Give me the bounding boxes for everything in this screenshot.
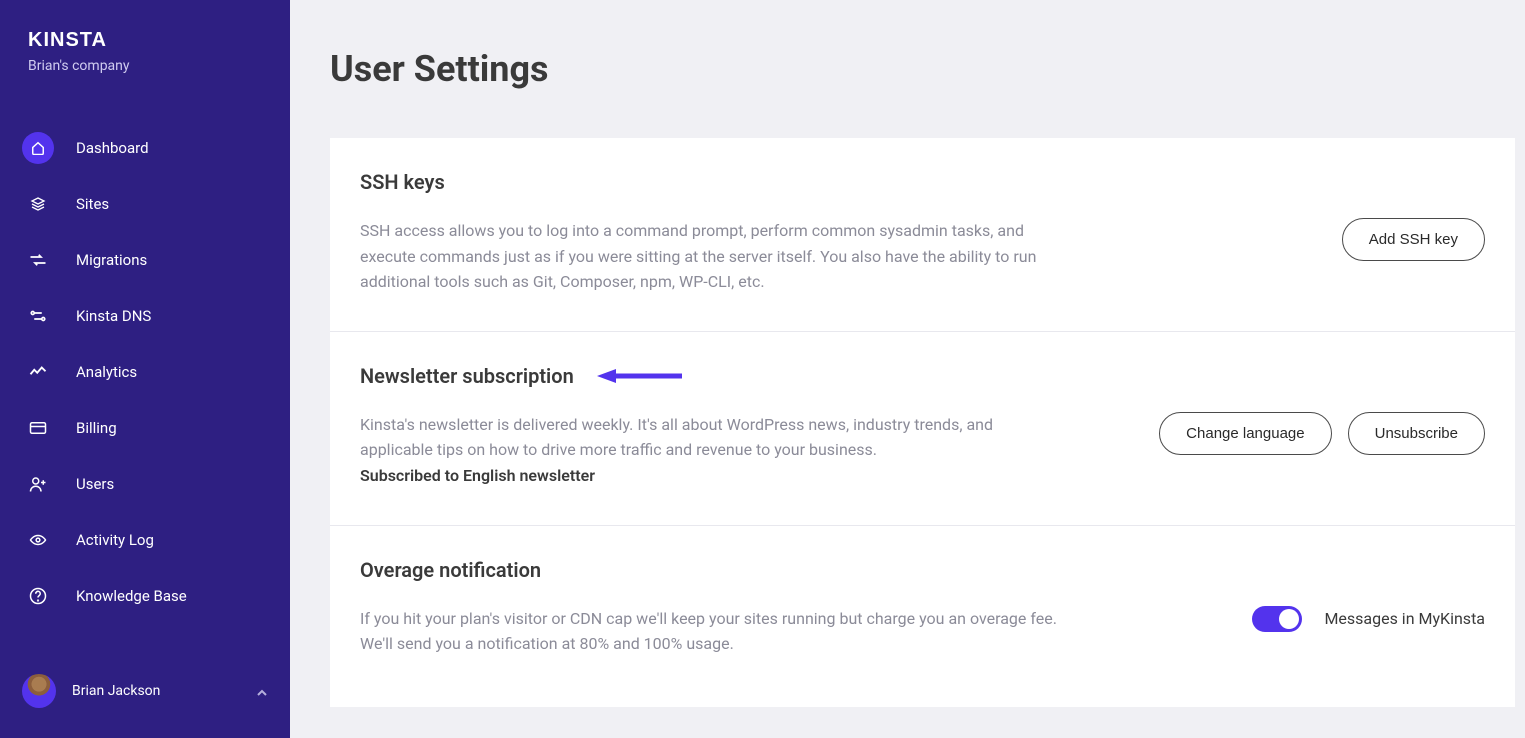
help-icon <box>22 580 54 612</box>
eye-icon <box>22 524 54 556</box>
user-add-icon <box>22 468 54 500</box>
overage-title: Overage notification <box>360 558 541 582</box>
overage-description: If you hit your plan's visitor or CDN ca… <box>360 606 1070 657</box>
change-language-button[interactable]: Change language <box>1159 412 1331 455</box>
sidebar-item-users[interactable]: Users <box>0 456 290 512</box>
dns-icon <box>22 300 54 332</box>
unsubscribe-button[interactable]: Unsubscribe <box>1348 412 1485 455</box>
sidebar-item-label: Billing <box>76 419 117 437</box>
sidebar-nav: Dashboard Sites Migrations Kinsta DNS An… <box>0 120 290 624</box>
migrate-icon <box>22 244 54 276</box>
sidebar-item-migrations[interactable]: Migrations <box>0 232 290 288</box>
user-name: Brian Jackson <box>72 683 240 699</box>
ssh-description: SSH access allows you to log into a comm… <box>360 218 1080 295</box>
home-icon <box>22 132 54 164</box>
newsletter-section: Newsletter subscription Kinsta's newslet… <box>330 332 1515 526</box>
sidebar-item-label: Knowledge Base <box>76 587 187 605</box>
sidebar-item-label: Migrations <box>76 251 147 269</box>
arrow-left-annotation-icon <box>594 367 684 385</box>
chevron-up-icon <box>256 682 268 701</box>
sidebar-item-label: Users <box>76 475 114 493</box>
sidebar-item-label: Analytics <box>76 363 137 381</box>
sidebar-item-knowledge-base[interactable]: Knowledge Base <box>0 568 290 624</box>
analytics-icon <box>22 356 54 388</box>
newsletter-status: Subscribed to English newsletter <box>360 466 595 485</box>
sidebar: KINSTA Brian's company Dashboard Sites M… <box>0 0 290 738</box>
avatar <box>22 674 56 708</box>
overage-section: Overage notification If you hit your pla… <box>330 526 1515 707</box>
messages-toggle[interactable] <box>1252 606 1302 632</box>
sidebar-item-dns[interactable]: Kinsta DNS <box>0 288 290 344</box>
sidebar-item-dashboard[interactable]: Dashboard <box>0 120 290 176</box>
overage-toggle-row: Messages in MyKinsta <box>1252 606 1485 632</box>
add-ssh-key-button[interactable]: Add SSH key <box>1342 218 1485 261</box>
user-menu[interactable]: Brian Jackson <box>0 662 290 720</box>
messages-toggle-label: Messages in MyKinsta <box>1324 609 1485 628</box>
sidebar-item-sites[interactable]: Sites <box>0 176 290 232</box>
sidebar-item-billing[interactable]: Billing <box>0 400 290 456</box>
newsletter-description: Kinsta's newsletter is delivered weekly.… <box>360 415 993 460</box>
sidebar-item-label: Dashboard <box>76 139 149 157</box>
newsletter-title: Newsletter subscription <box>360 364 574 388</box>
sidebar-item-analytics[interactable]: Analytics <box>0 344 290 400</box>
sidebar-item-label: Sites <box>76 195 109 213</box>
creditcard-icon <box>22 412 54 444</box>
layers-icon <box>22 188 54 220</box>
ssh-keys-section: SSH keys SSH access allows you to log in… <box>330 138 1515 332</box>
newsletter-description-block: Kinsta's newsletter is delivered weekly.… <box>360 412 1000 489</box>
sidebar-item-label: Kinsta DNS <box>76 307 151 325</box>
brand-logo[interactable]: KINSTA <box>0 28 290 58</box>
sidebar-item-label: Activity Log <box>76 531 154 549</box>
page-title: User Settings <box>330 48 1525 90</box>
sidebar-item-activity-log[interactable]: Activity Log <box>0 512 290 568</box>
company-name[interactable]: Brian's company <box>0 58 290 74</box>
ssh-title: SSH keys <box>360 170 445 194</box>
main-content: User Settings SSH keys SSH access allows… <box>290 0 1525 738</box>
svg-text:KINSTA: KINSTA <box>28 29 107 50</box>
